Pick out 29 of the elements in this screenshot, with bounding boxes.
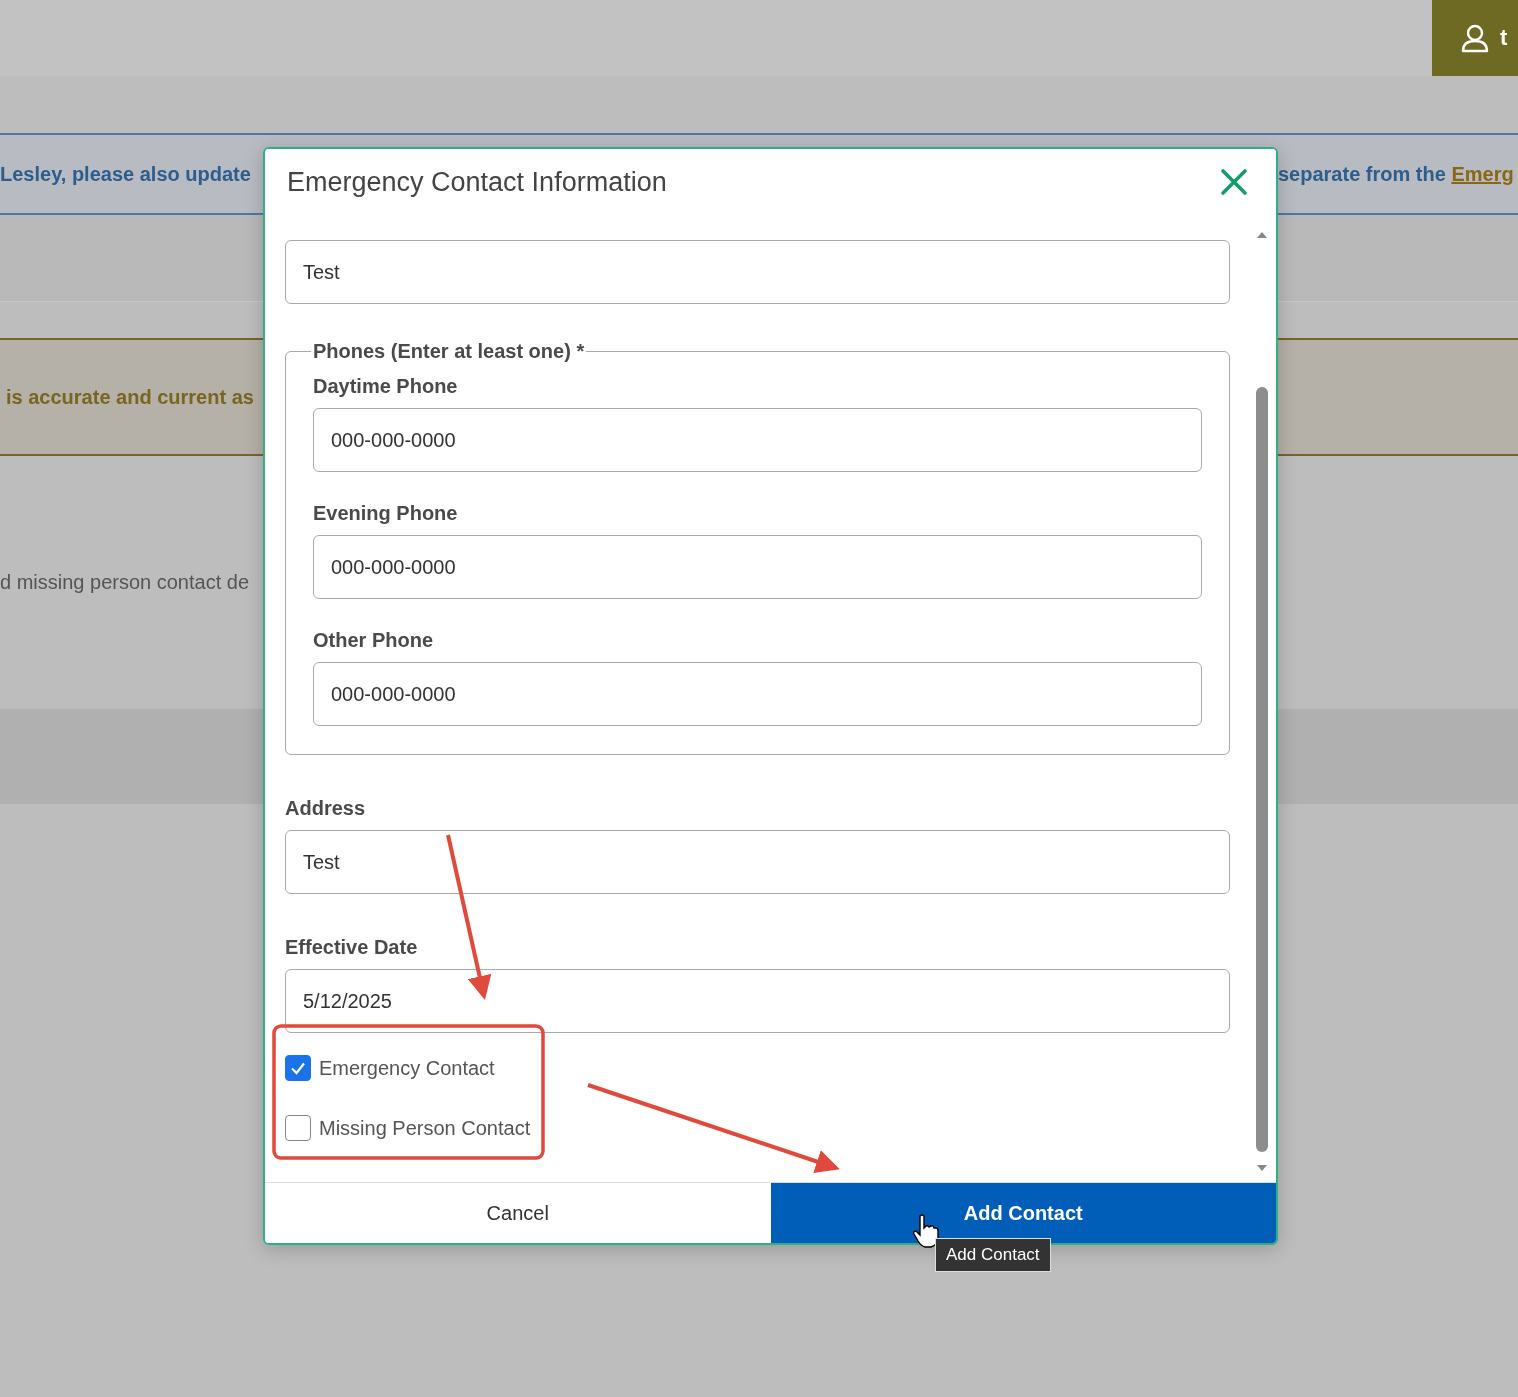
user-icon [1460, 23, 1490, 53]
input-field[interactable]: 5/12/2025 [285, 969, 1230, 1033]
input-field[interactable]: 000-000-0000 [313, 408, 1202, 472]
checkbox[interactable] [285, 1055, 311, 1081]
notice-text: separate from the Emerg [1278, 162, 1514, 185]
field-label: Other Phone [313, 629, 434, 652]
field-label: Address [285, 797, 367, 820]
field-label: Evening Phone [313, 502, 459, 525]
scroll-down-icon[interactable] [1256, 1164, 1268, 1172]
checkbox[interactable] [285, 1115, 311, 1141]
group-legend: Phones (Enter at least one) * [311, 340, 587, 363]
input-field[interactable]: Test [285, 240, 1230, 304]
dialog-title: Emergency Contact Information [287, 166, 667, 198]
intro-text: d missing person contact de [0, 571, 250, 593]
input-field[interactable]: Test [285, 830, 1230, 894]
close-icon[interactable] [1220, 168, 1248, 196]
cancel-button[interactable]: Cancel [265, 1183, 771, 1243]
input-field[interactable]: 000-000-0000 [313, 535, 1202, 599]
field-label: Daytime Phone [313, 375, 459, 398]
input-field[interactable]: 000-000-0000 [313, 662, 1202, 726]
user-button[interactable]: t [1432, 0, 1518, 76]
checkbox-label: Missing Person Contact [319, 1116, 531, 1140]
alert-text: is accurate and current as [5, 385, 254, 408]
notice-text: Lesley, please also update [0, 162, 251, 185]
checkbox-label: Emergency Contact [319, 1056, 495, 1080]
field-label: Effective Date [285, 936, 419, 959]
scroll-up-icon[interactable] [1256, 231, 1268, 239]
add-contact-button[interactable]: Add Contact [770, 1183, 1276, 1243]
tooltip: Add Contact [935, 1238, 1051, 1272]
